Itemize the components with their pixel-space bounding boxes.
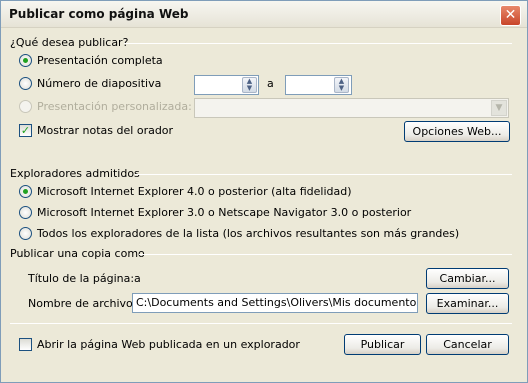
page-title-label: Título de la página: <box>28 272 135 285</box>
open-in-browser-checkbox[interactable] <box>19 338 32 351</box>
change-title-button[interactable]: Cambiar... <box>426 268 509 289</box>
browsers-heading: Exploradores admitidos <box>10 167 140 180</box>
file-name-input[interactable]: C:\Documents and Settings\Olivers\Mis do… <box>132 293 418 313</box>
browser-option-ie3-radio[interactable] <box>19 206 32 219</box>
slide-to-spinner[interactable]: ▲ ▼ <box>334 77 349 93</box>
group-divider <box>135 174 512 175</box>
full-presentation-radio[interactable] <box>19 54 32 67</box>
cancel-button[interactable]: Cancelar <box>426 334 509 355</box>
full-presentation-label: Presentación completa <box>37 54 163 67</box>
custom-show-label: Presentación personalizada: <box>37 100 192 113</box>
publish-copy-heading: Publicar una copia como <box>10 247 145 260</box>
browser-option-ie4-radio[interactable] <box>19 185 32 198</box>
web-options-button[interactable]: Opciones Web... <box>404 121 510 142</box>
slide-number-label: Número de diapositiva <box>37 77 162 90</box>
radio-selected-dot <box>23 189 28 194</box>
chevron-down-icon: ▼ <box>491 100 507 116</box>
footer-divider <box>10 323 512 324</box>
browser-option-all-radio[interactable] <box>19 227 32 240</box>
page-title-value: a <box>134 272 141 285</box>
browser-option-ie3-label: Microsoft Internet Explorer 3.0 o Netsca… <box>37 206 412 219</box>
open-in-browser-label: Abrir la página Web publicada en un expl… <box>37 338 300 351</box>
close-icon[interactable]: ✕ <box>500 5 521 26</box>
radio-selected-dot <box>23 58 28 63</box>
browse-button[interactable]: Examinar... <box>426 293 509 314</box>
title-bar[interactable]: Publicar como página Web ✕ <box>1 1 527 28</box>
slide-from-spinner[interactable]: ▲ ▼ <box>242 77 257 93</box>
speaker-notes-checkbox[interactable]: ✓ <box>19 124 32 137</box>
publish-web-dialog: Publicar como página Web ✕ ¿Qué desea pu… <box>0 0 528 383</box>
browser-option-all-label: Todos los exploradores de la lista (los … <box>37 227 460 240</box>
what-to-publish-heading: ¿Qué desea publicar? <box>10 36 129 49</box>
group-divider <box>124 43 512 44</box>
custom-show-radio <box>19 100 32 113</box>
publish-button[interactable]: Publicar <box>344 334 421 355</box>
speaker-notes-label: Mostrar notas del orador <box>37 124 174 137</box>
slide-number-radio[interactable] <box>19 77 32 90</box>
browser-option-ie4-label: Microsoft Internet Explorer 4.0 o poster… <box>37 185 352 198</box>
custom-show-select: ▼ <box>194 98 509 118</box>
file-name-label: Nombre de archivo: <box>28 297 137 310</box>
group-divider <box>139 254 512 255</box>
dialog-title: Publicar como página Web <box>9 7 189 21</box>
slide-to-label: a <box>267 77 274 90</box>
